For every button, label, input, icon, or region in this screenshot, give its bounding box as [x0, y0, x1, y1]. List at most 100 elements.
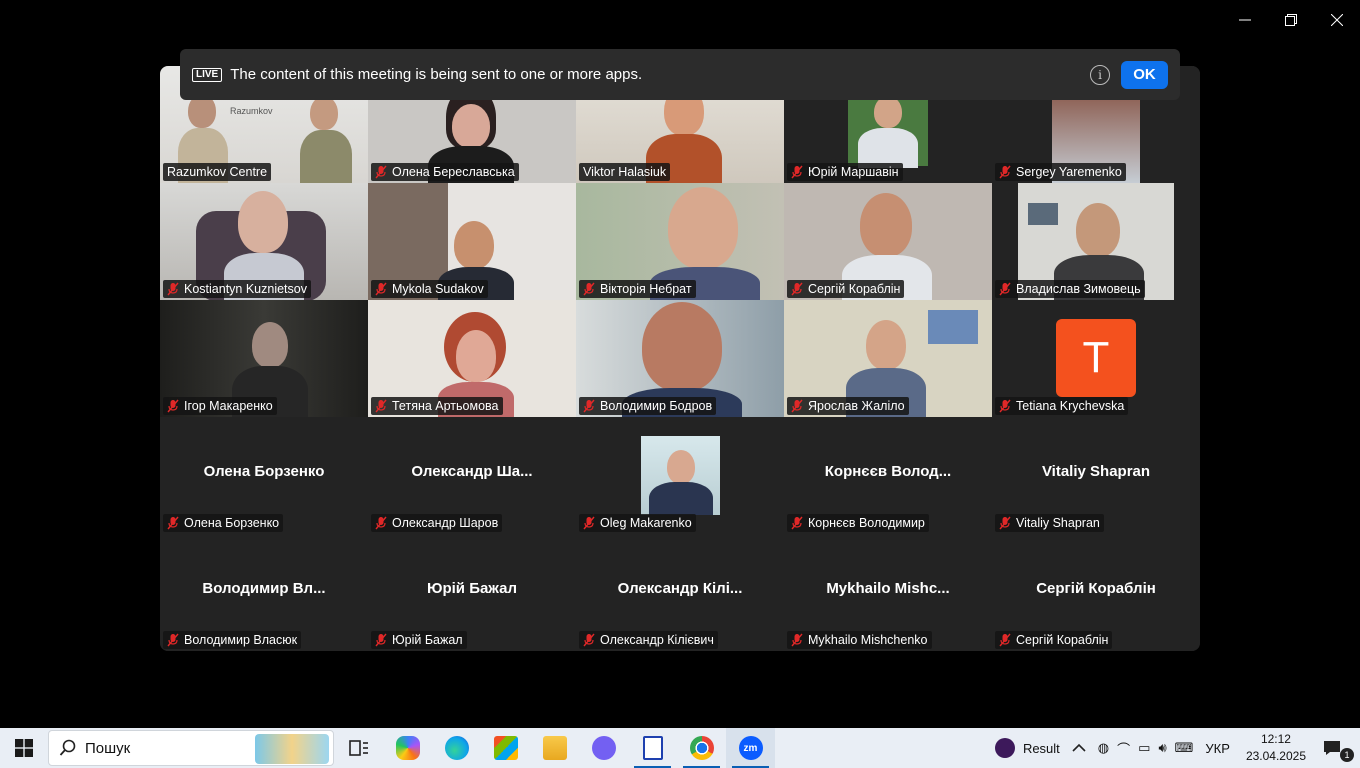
- muted-mic-icon: [999, 516, 1011, 530]
- banner-message: The content of this meeting is being sen…: [230, 66, 643, 83]
- participant-name: Олена Береславська: [392, 165, 515, 179]
- participant-tile[interactable]: Vitaliy Shapran Vitaliy Shapran: [992, 417, 1200, 534]
- participant-name: Mykhailo Mishchenko: [808, 633, 928, 647]
- participant-display-name: Олена Борзенко: [203, 463, 325, 480]
- muted-mic-icon: [791, 516, 803, 530]
- participant-name: Vitaliy Shapran: [1016, 516, 1100, 530]
- zoom-button[interactable]: zm: [726, 728, 775, 768]
- writer-button[interactable]: [628, 728, 677, 768]
- chrome-icon: [689, 736, 714, 760]
- participant-name: Oleg Makarenko: [600, 516, 692, 530]
- widget-icon: [994, 738, 1015, 758]
- participant-nameplate: Ярослав Жаліло: [787, 397, 909, 415]
- muted-mic-icon: [583, 282, 595, 296]
- search-placeholder: Пошук: [85, 739, 131, 757]
- participant-name: Tetiana Krychevska: [1016, 399, 1125, 413]
- participant-display-name: Олександр Кілі...: [617, 580, 743, 597]
- clock-time: 12:12: [1260, 732, 1291, 746]
- participant-name: Тетяна Артьомова: [392, 399, 499, 413]
- participant-nameplate: Ігор Макаренко: [163, 397, 277, 415]
- language-indicator[interactable]: УКР: [1199, 728, 1236, 768]
- show-hidden-icons-button[interactable]: [1066, 728, 1092, 768]
- muted-mic-icon: [791, 282, 803, 296]
- participant-tile[interactable]: Владислав Зимовець: [992, 183, 1200, 300]
- muted-mic-icon: [375, 282, 387, 296]
- file-explorer-button[interactable]: [530, 728, 579, 768]
- volume-icon: 🔊︎: [1158, 740, 1167, 756]
- avatar: T: [1056, 319, 1136, 397]
- participant-tile[interactable]: Oleg Makarenko: [576, 417, 784, 534]
- close-button[interactable]: [1314, 0, 1360, 40]
- participant-name: Kostiantyn Kuznietsov: [184, 282, 307, 296]
- participant-tile[interactable]: Олександр Ша... Олександр Шаров: [368, 417, 576, 534]
- participant-display-name: Володимир Вл...: [202, 580, 326, 597]
- participant-tile[interactable]: Олександр Кілі... Олександр Кілієвич: [576, 534, 784, 651]
- participant-tile[interactable]: Володимир Бодров: [576, 300, 784, 417]
- muted-mic-icon: [375, 633, 387, 647]
- participant-display-name: Сергій Кораблін: [1036, 580, 1156, 597]
- task-view-button[interactable]: [334, 728, 383, 768]
- edge-button[interactable]: [432, 728, 481, 768]
- start-button[interactable]: [0, 728, 48, 768]
- copilot-button[interactable]: [383, 728, 432, 768]
- notifications-button[interactable]: 1: [1316, 728, 1360, 768]
- participant-tile[interactable]: Ігор Макаренко: [160, 300, 368, 417]
- participant-tile[interactable]: T Tetiana Krychevska: [992, 300, 1200, 417]
- participant-tile[interactable]: Корнєєв Волод... Корнєєв Володимир: [784, 417, 992, 534]
- gallery-view: Razumkov Razumkov Centre Олена Береславс…: [160, 66, 1200, 651]
- chrome-button[interactable]: [677, 728, 726, 768]
- live-badge: LIVE: [192, 67, 223, 82]
- participant-nameplate: Володимир Бодров: [579, 397, 717, 415]
- participant-tile[interactable]: Сергій Кораблін Сергій Кораблін: [992, 534, 1200, 651]
- document-icon: [642, 736, 663, 760]
- participant-name: Олена Борзенко: [184, 516, 280, 530]
- store-button[interactable]: [481, 728, 530, 768]
- profile-photo: [641, 436, 720, 515]
- participant-tile[interactable]: Вікторія Небрат: [576, 183, 784, 300]
- participant-nameplate: Oleg Makarenko: [579, 514, 696, 532]
- clock[interactable]: 12:12 23.04.2025: [1236, 731, 1316, 765]
- participant-tile[interactable]: Mykola Sudakov: [368, 183, 576, 300]
- participant-tile[interactable]: Олена Борзенко Олена Борзенко: [160, 417, 368, 534]
- muted-mic-icon: [583, 399, 595, 413]
- muted-mic-icon: [999, 633, 1011, 647]
- participant-tile[interactable]: Kostiantyn Kuznietsov: [160, 183, 368, 300]
- participant-tile[interactable]: Ярослав Жаліло: [784, 300, 992, 417]
- folder-icon: [542, 736, 567, 760]
- participant-nameplate: Корнєєв Володимир: [787, 514, 929, 532]
- ok-button[interactable]: OK: [1121, 60, 1168, 89]
- participant-name: Юрій Маршавін: [808, 165, 899, 179]
- tray-icons[interactable]: ◍ ⌒ ▭ 🔊︎ ⌨: [1092, 728, 1200, 768]
- copilot-icon: [395, 736, 420, 760]
- taskbar-search[interactable]: Пошук: [48, 730, 334, 766]
- restore-button[interactable]: [1268, 0, 1314, 40]
- participant-nameplate: Tetiana Krychevska: [995, 397, 1129, 415]
- muted-mic-icon: [375, 399, 387, 413]
- participant-nameplate: Вікторія Небрат: [579, 280, 696, 298]
- participant-display-name: Олександр Ша...: [411, 463, 533, 480]
- participant-nameplate: Razumkov Centre: [163, 163, 272, 181]
- minimize-button[interactable]: [1222, 0, 1268, 40]
- info-icon[interactable]: i: [1090, 64, 1110, 85]
- store-icon: [493, 736, 518, 760]
- participant-nameplate: Vitaliy Shapran: [995, 514, 1104, 532]
- participant-nameplate: Viktor Halasiuk: [579, 163, 671, 181]
- participant-tile[interactable]: Сергій Кораблін: [784, 183, 992, 300]
- participant-nameplate: Володимир Власюк: [163, 631, 302, 649]
- widget-result[interactable]: Result: [989, 728, 1066, 768]
- participant-tile[interactable]: Володимир Вл... Володимир Власюк: [160, 534, 368, 651]
- participant-tile[interactable]: Тетяна Артьомова: [368, 300, 576, 417]
- minimize-icon: [1239, 19, 1251, 21]
- viber-button[interactable]: [579, 728, 628, 768]
- participant-nameplate: Sergey Yaremenko: [995, 163, 1126, 181]
- restore-icon: [1285, 14, 1297, 26]
- muted-mic-icon: [375, 516, 387, 530]
- system-tray: Result ◍ ⌒ ▭ 🔊︎ ⌨ УКР 12:12 23.04.2025 1: [989, 728, 1360, 768]
- muted-mic-icon: [167, 282, 179, 296]
- participant-tile[interactable]: Mykhailo Mishc... Mykhailo Mishchenko: [784, 534, 992, 651]
- search-icon: [59, 739, 76, 756]
- participant-tile[interactable]: Юрій Бажал Юрій Бажал: [368, 534, 576, 651]
- edge-icon: [444, 736, 469, 760]
- notification-icon: [1324, 741, 1340, 755]
- keyboard-icon: ⌨: [1174, 740, 1194, 756]
